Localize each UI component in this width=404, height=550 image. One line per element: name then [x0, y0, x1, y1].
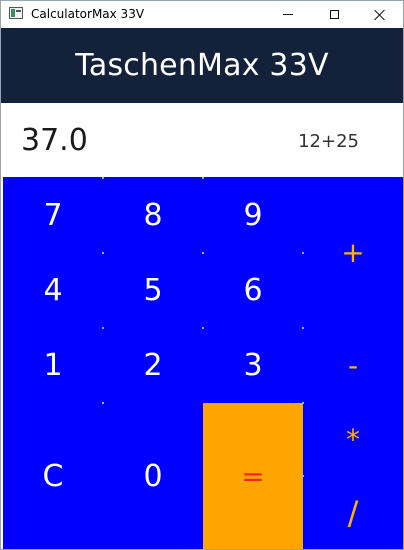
grid-dot: [102, 177, 104, 179]
maximize-button[interactable]: [311, 1, 357, 28]
grid-dot: [102, 327, 104, 329]
grid-dot: [302, 327, 304, 329]
divide-button[interactable]: /: [303, 476, 403, 549]
key-clear[interactable]: C: [3, 403, 103, 549]
grid-dot: [202, 252, 204, 254]
multiply-button[interactable]: *: [303, 403, 403, 476]
minimize-button[interactable]: [265, 1, 311, 28]
minus-button[interactable]: -: [303, 328, 403, 403]
grid-dot: [102, 402, 104, 404]
grid-dot: [202, 177, 204, 179]
app-icon: [9, 7, 23, 19]
maximize-icon: [329, 10, 339, 19]
app-title: TaschenMax 33V: [75, 48, 329, 83]
keypad: 7 8 9 4 5 6 1 2 3 C 0 = + - * /: [3, 177, 403, 549]
app-header: TaschenMax 33V: [1, 28, 403, 103]
calculator-display: 37.0 12+25: [1, 103, 403, 177]
key-4[interactable]: 4: [3, 253, 103, 328]
key-5[interactable]: 5: [103, 253, 203, 328]
key-1[interactable]: 1: [3, 328, 103, 403]
grid-dot: [202, 327, 204, 329]
window-title: CalculatorMax 33V: [31, 7, 145, 21]
key-7[interactable]: 7: [3, 177, 103, 253]
expression-text: 12+25: [298, 131, 359, 152]
key-6[interactable]: 6: [203, 253, 303, 328]
key-9[interactable]: 9: [203, 177, 303, 253]
close-button[interactable]: [357, 1, 403, 28]
plus-button[interactable]: +: [303, 177, 403, 328]
result-value: 37.0: [21, 123, 88, 158]
minimize-icon: [283, 14, 293, 15]
key-3[interactable]: 3: [203, 328, 303, 403]
key-0[interactable]: 0: [103, 403, 203, 549]
key-8[interactable]: 8: [103, 177, 203, 253]
grid-dot: [302, 252, 304, 254]
equals-button[interactable]: =: [203, 403, 303, 549]
grid-dot: [102, 252, 104, 254]
key-2[interactable]: 2: [103, 328, 203, 403]
grid-dot: [302, 475, 304, 477]
grid-dot: [302, 402, 304, 404]
calculator-window: CalculatorMax 33V TaschenMax 33V 37.0 12…: [0, 0, 404, 550]
close-icon: [374, 9, 386, 21]
title-bar[interactable]: CalculatorMax 33V: [1, 1, 403, 28]
